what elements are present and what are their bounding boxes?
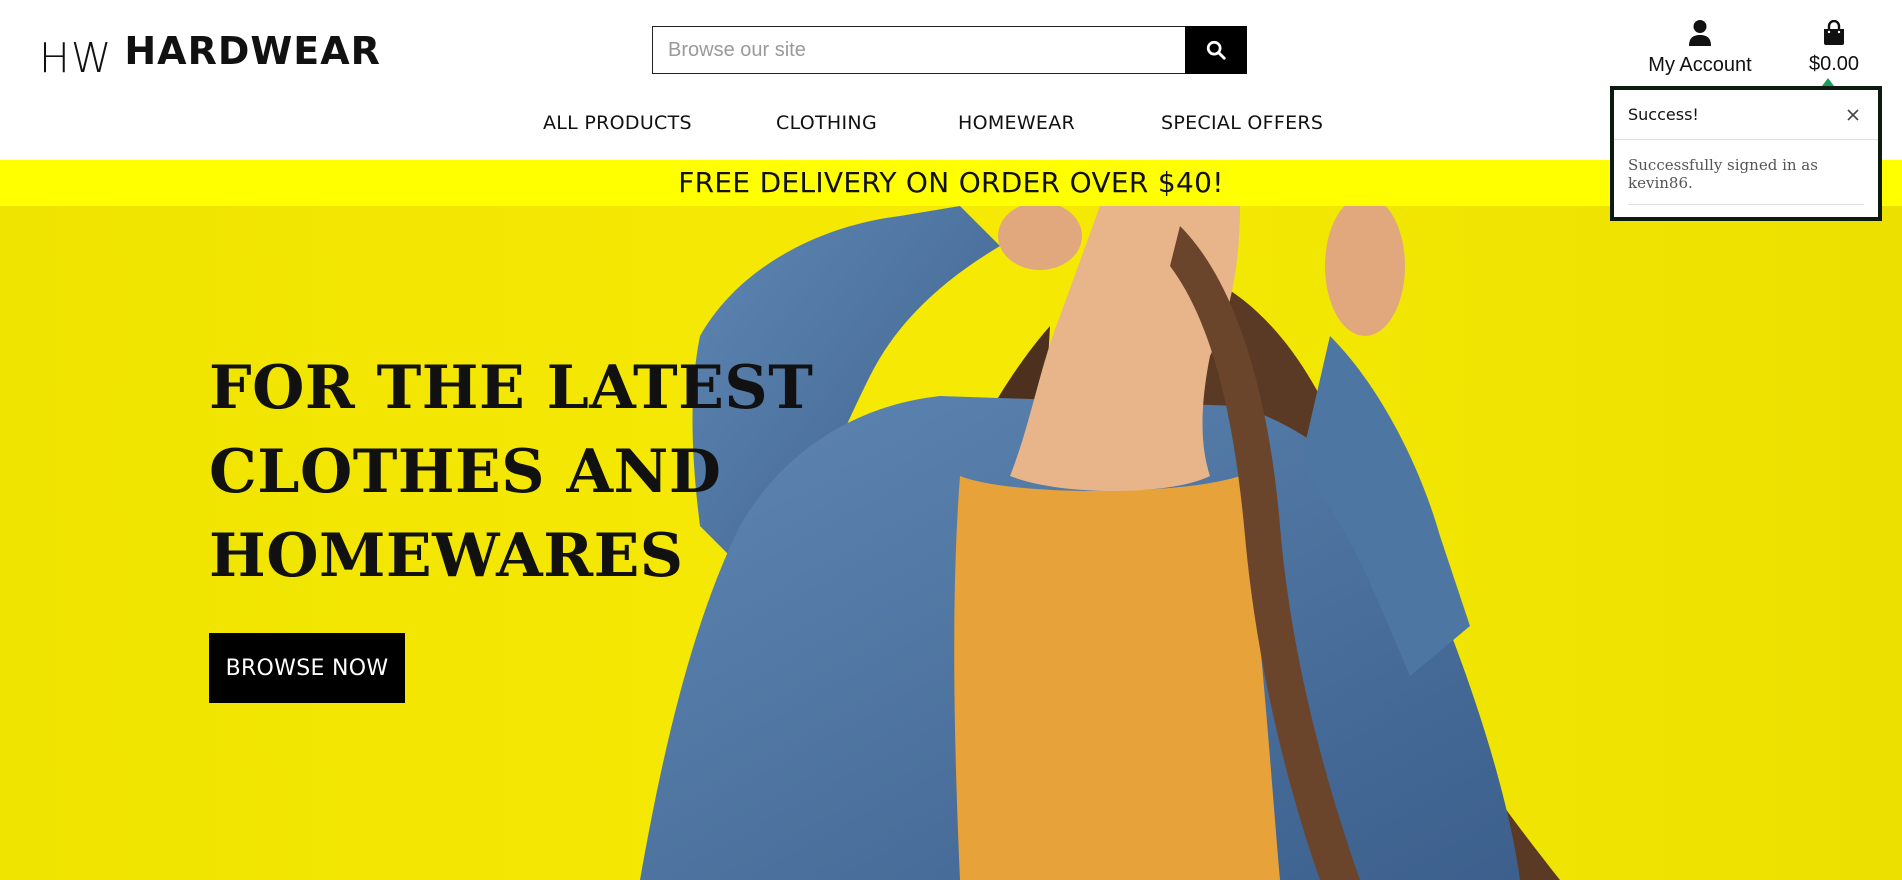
bag-total: $0.00 bbox=[1808, 53, 1860, 75]
close-icon bbox=[1847, 108, 1859, 121]
nav-all-products[interactable]: ALL PRODUCTS bbox=[543, 112, 692, 134]
browse-now-button[interactable]: BROWSE NOW bbox=[209, 633, 405, 703]
user-icon bbox=[1689, 20, 1711, 46]
my-account-link[interactable]: My Account bbox=[1640, 18, 1760, 77]
hero-title-line-1: FOR THE LATEST bbox=[209, 353, 814, 423]
search-form bbox=[652, 26, 1247, 74]
toast-arrow bbox=[1822, 78, 1834, 86]
logo-mark: HW bbox=[39, 34, 113, 82]
logo-wordmark: HARDWEAR bbox=[124, 29, 381, 73]
my-account-label: My Account bbox=[1648, 54, 1752, 76]
site-logo[interactable]: HW HARDWEAR bbox=[39, 26, 381, 82]
nav-special-offers[interactable]: SPECIAL OFFERS bbox=[1161, 112, 1323, 134]
hero-title: FOR THE LATEST CLOTHES AND HOMEWARES bbox=[209, 346, 814, 598]
hero-title-line-2: CLOTHES AND bbox=[209, 437, 722, 507]
toast-header: Success! bbox=[1614, 90, 1878, 140]
shopping-bag-link[interactable]: $0.00 bbox=[1800, 18, 1868, 76]
toast-close-button[interactable] bbox=[1842, 104, 1864, 126]
toast-message: Successfully signed in as kevin86. bbox=[1628, 156, 1818, 192]
hero-title-line-3: HOMEWARES bbox=[209, 521, 684, 591]
shopping-bag-icon bbox=[1824, 20, 1844, 45]
nav-clothing[interactable]: CLOTHING bbox=[776, 112, 877, 134]
nav-homewear[interactable]: HOMEWEAR bbox=[958, 112, 1075, 134]
search-icon bbox=[1206, 40, 1226, 60]
search-input[interactable] bbox=[652, 26, 1185, 74]
hero-section: FOR THE LATEST CLOTHES AND HOMEWARES BRO… bbox=[0, 206, 1902, 880]
toast-divider bbox=[1628, 204, 1864, 205]
toast-title: Success! bbox=[1628, 105, 1699, 124]
success-toast: Success! Successfully signed in as kevin… bbox=[1610, 86, 1882, 221]
search-button[interactable] bbox=[1185, 26, 1247, 74]
